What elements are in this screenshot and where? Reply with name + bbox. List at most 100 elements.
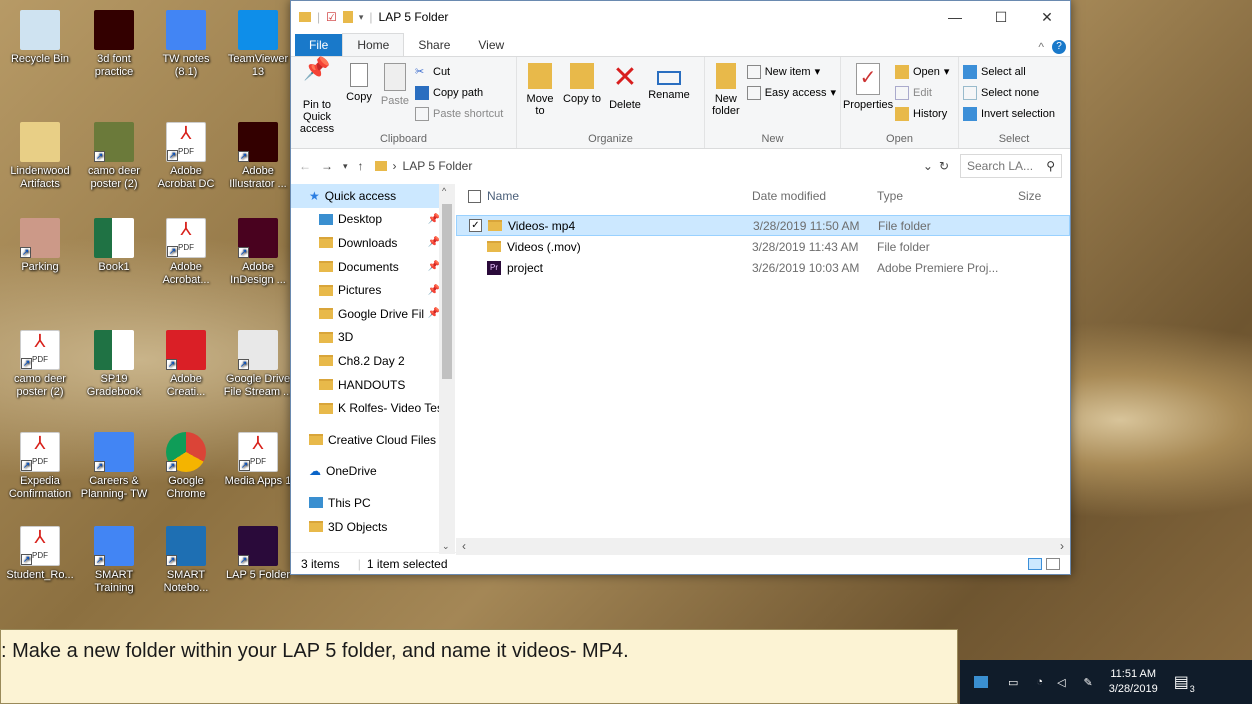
tab-view[interactable]: View (464, 34, 518, 56)
name-column-header[interactable]: Name (456, 189, 746, 203)
file-row[interactable]: Videos (.mov) 3/28/2019 11:43 AM File fold… (456, 236, 1070, 257)
refresh-icon[interactable]: ↻ (939, 159, 949, 173)
smart-notebook-icon: ↗ (166, 526, 206, 566)
nav-item[interactable]: 3D Objects (291, 515, 454, 539)
desktop-icon[interactable]: ↗ camo deer poster (2) (78, 122, 150, 191)
select-none-button[interactable]: Select none (963, 82, 1055, 103)
file-row[interactable]: ✓ Videos- mp4 3/28/2019 11:50 AM File folde… (456, 215, 1070, 236)
open-button[interactable]: Open ▾ (895, 61, 949, 82)
delete-button[interactable]: ✕ Delete (605, 61, 645, 112)
desktop-icon[interactable]: Recycle Bin (4, 10, 76, 66)
nav-item[interactable]: Google Drive Fil 📌 (291, 302, 454, 326)
desktop-icon[interactable]: ↗ Adobe Illustrator ... (222, 122, 294, 191)
nav-scrollbar[interactable]: ^ ⌄ (439, 184, 455, 554)
select-all-button[interactable]: Select all (963, 61, 1055, 82)
date-column-header[interactable]: Date modified (746, 189, 871, 203)
file-row[interactable]: Pr project 3/26/2019 10:03 AM Adobe Premier… (456, 257, 1070, 278)
desktop-icon[interactable]: ↗ Adobe Creati... (150, 330, 222, 399)
nav-item[interactable]: Creative Cloud Files (291, 428, 454, 452)
desktop-icon[interactable]: 3d font practice (78, 10, 150, 79)
nav-item[interactable]: HANDOUTS (291, 373, 454, 397)
type-column-header[interactable]: Type (871, 189, 1006, 203)
paste-button[interactable]: Paste (379, 61, 411, 107)
up-arrow-icon[interactable]: ↑ (358, 159, 364, 173)
back-arrow-icon[interactable]: ← (299, 159, 311, 173)
battery-icon[interactable]: ▭ (1008, 676, 1018, 689)
cut-button[interactable]: ✂ Cut (415, 61, 503, 82)
desktop-icon[interactable]: ↗ Google Drive File Stream ... (222, 330, 294, 399)
notification-icon[interactable]: ▤ 3 (1174, 672, 1195, 694)
nav-item[interactable]: Desktop 📌 (291, 208, 454, 232)
copy-to-button[interactable]: Copy to (563, 61, 601, 105)
desktop-icon[interactable]: ↗ SMART Training (78, 526, 150, 595)
properties-check-icon[interactable]: ☑ (326, 10, 337, 24)
desktop-icon[interactable]: ⅄↗ Media Apps 1 (222, 432, 294, 488)
nav-item[interactable]: Documents 📌 (291, 255, 454, 279)
close-button[interactable]: ✕ (1024, 1, 1070, 33)
easy-access-button[interactable]: Easy access ▾ (746, 82, 836, 103)
forward-arrow-icon[interactable]: → (321, 159, 333, 173)
pen-icon[interactable]: ✎ (1084, 676, 1093, 689)
desktop-icon[interactable]: ⅄↗ Expedia Confirmation (4, 432, 76, 501)
paste-shortcut-button[interactable]: Paste shortcut (415, 103, 503, 124)
nav-item[interactable]: K Rolfes- Video Tes (291, 396, 454, 420)
desktop-icon[interactable]: TeamViewer 13 (222, 10, 294, 79)
desktop-icon[interactable]: Book1 (78, 218, 150, 274)
invert-selection-button[interactable]: Invert selection (963, 103, 1055, 124)
desktop-icon[interactable]: ↗ Parking (4, 218, 76, 274)
desktop-icon[interactable]: TW notes (8.1) (150, 10, 222, 79)
help-icon[interactable]: ? (1052, 40, 1066, 54)
nav-item[interactable]: 3D (291, 326, 454, 350)
premiere-icon: ↗ (238, 526, 278, 566)
chevron-down-icon[interactable]: ⌄ (923, 159, 933, 173)
copy-button[interactable]: Copy (343, 61, 375, 103)
desktop-icon[interactable]: ⅄↗ camo deer poster (2) (4, 330, 76, 399)
desktop-icon[interactable]: SP19 Gradebook (78, 330, 150, 399)
new-folder-button[interactable]: New folder (709, 61, 743, 117)
rename-button[interactable]: Rename (648, 61, 690, 101)
history-button[interactable]: History (895, 103, 949, 124)
nav-item[interactable]: This PC (291, 491, 454, 515)
new-item-button[interactable]: New item ▾ (746, 61, 836, 82)
tab-file[interactable]: File (295, 34, 343, 56)
nav-item[interactable]: Ch8.2 Day 2 (291, 349, 454, 373)
minimize-button[interactable]: — (932, 1, 978, 33)
desktop-icon[interactable]: ⅄↗ Adobe Acrobat... (150, 218, 222, 287)
chevron-down-icon[interactable]: ▾ (359, 12, 364, 23)
pin-quick-access-button[interactable]: 📌 Pin to Quick access (295, 58, 339, 136)
move-to-button[interactable]: Move to (521, 61, 559, 117)
nav-item[interactable]: Pictures 📌 (291, 278, 454, 302)
select-all-checkbox[interactable] (468, 189, 481, 203)
clock[interactable]: 11:51 AM 3/28/2019 (1109, 667, 1158, 697)
desktop-icon[interactable]: ↗ LAP 5 Folder (222, 526, 294, 582)
tab-home[interactable]: Home (342, 33, 405, 56)
tab-share[interactable]: Share (404, 34, 464, 56)
address-bar[interactable]: › LAP 5 Folder ⌄ ↻ (374, 154, 950, 178)
maximize-button[interactable]: ☐ (978, 1, 1024, 33)
desktop-icon[interactable]: ↗ Careers & Planning- TW (78, 432, 150, 501)
chevron-up-icon[interactable]: ^ (1038, 40, 1044, 54)
desktop-icon[interactable]: ↗ Google Chrome (150, 432, 222, 501)
volume-icon[interactable]: ◁ (1057, 676, 1065, 689)
new-folder-icon[interactable] (342, 11, 353, 23)
desktop-icon[interactable]: ↗ Adobe InDesign ... (222, 218, 294, 287)
nav-item[interactable]: ★ Quick access (291, 184, 454, 208)
desktop-icon[interactable]: ⅄↗ Student_Ro... (4, 526, 76, 582)
edit-button[interactable]: Edit (895, 82, 949, 103)
large-icons-view-icon[interactable] (1046, 557, 1060, 570)
copy-path-button[interactable]: Copy path (415, 82, 503, 103)
row-checkbox[interactable]: ✓ (469, 219, 482, 232)
drive-tray-icon[interactable] (974, 676, 988, 688)
desktop-icon[interactable]: Lindenwood Artifacts (4, 122, 76, 191)
properties-button[interactable]: ✓ Properties (843, 61, 893, 111)
nav-item[interactable]: Downloads 📌 (291, 231, 454, 255)
nav-item[interactable]: ☁ OneDrive (291, 460, 454, 484)
search-input[interactable]: Search LA... ⚲ (960, 154, 1062, 178)
wifi-icon[interactable]: ◔ (1036, 676, 1043, 688)
size-column-header[interactable]: Size (1018, 189, 1041, 203)
title-bar[interactable]: | ☑ ▾ | LAP 5 Folder — ☐ ✕ (291, 1, 1070, 33)
desktop-icon[interactable]: ↗ SMART Notebo... (150, 526, 222, 595)
details-view-icon[interactable] (1028, 557, 1042, 570)
desktop-icon[interactable]: ⅄↗ Adobe Acrobat DC (150, 122, 222, 191)
recent-chevron-icon[interactable]: ▾ (343, 161, 348, 172)
